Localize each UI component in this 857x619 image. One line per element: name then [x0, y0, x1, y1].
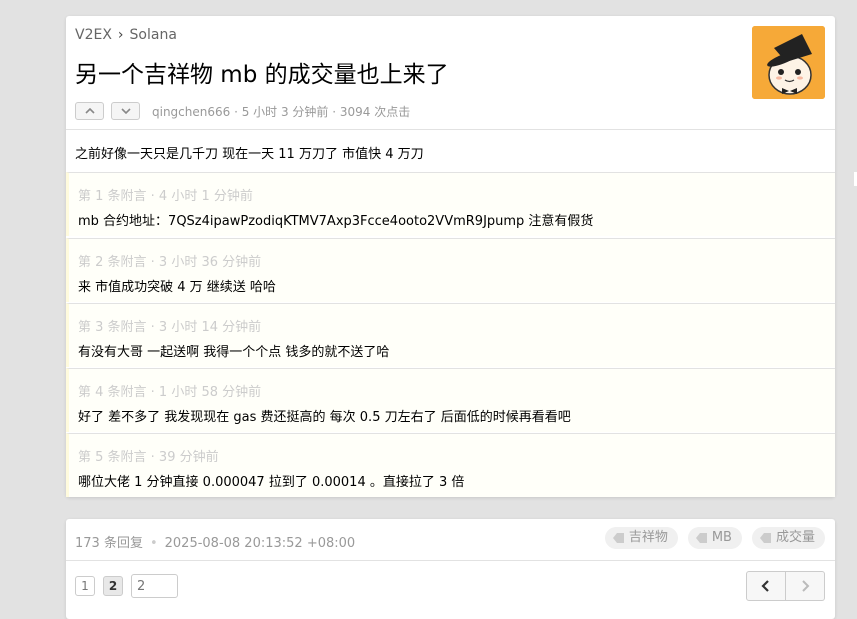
- appendix-header: 第 4 条附言 · 1 小时 58 分钟前: [78, 385, 262, 400]
- page-nav: [746, 571, 825, 601]
- pagination: 1 2: [75, 574, 178, 598]
- appendix-body: 好了 差不多了 我发现现在 gas 费还挺高的 每次 0.5 刀左右了 后面低的…: [78, 410, 571, 425]
- breadcrumb-separator: ›: [117, 27, 124, 43]
- replies-card: 173 条回复 • 2025-08-08 20:13:52 +08:00 吉祥物 M…: [66, 519, 835, 619]
- page-link[interactable]: 1: [75, 576, 95, 596]
- appendix-header: 第 1 条附言 · 4 小时 1 分钟前: [78, 189, 253, 204]
- prev-page-button[interactable]: [746, 571, 786, 601]
- appendix-body: mb 合约地址：7QSz4ipawPzodiqKTMV7Axp3Fcce4oot…: [78, 214, 594, 229]
- chevron-left-icon: [761, 580, 769, 592]
- appendix: 第 5 条附言 · 39 分钟前 哪位大佬 1 分钟直接 0.000047 拉到…: [66, 433, 835, 497]
- divider: [66, 560, 835, 561]
- author-avatar[interactable]: [752, 26, 825, 99]
- tag-icon: [695, 533, 707, 543]
- tag-link[interactable]: 成交量: [751, 527, 825, 549]
- appendix-body: 来 市值成功突破 4 万 继续送 哈哈: [78, 280, 276, 295]
- divider: [66, 129, 835, 130]
- tag-link[interactable]: MB: [687, 527, 742, 549]
- replies-summary: 173 条回复 • 2025-08-08 20:13:52 +08:00: [75, 532, 355, 551]
- page-jump-input[interactable]: [131, 574, 178, 598]
- page-current[interactable]: 2: [103, 576, 123, 596]
- next-page-button[interactable]: [786, 571, 825, 601]
- tag-label: 吉祥物: [628, 530, 668, 545]
- tag-icon: [759, 533, 771, 543]
- breadcrumb-home-link[interactable]: V2EX: [75, 27, 112, 43]
- topic-title: 另一个吉祥物 mb 的成交量也上来了: [75, 62, 449, 88]
- top-hat-mascot-icon: [752, 26, 825, 99]
- upvote-button[interactable]: [75, 102, 104, 120]
- topic-timestamp: 2025-08-08 20:13:52 +08:00: [164, 536, 356, 551]
- topic-content: 之前好像一天只是几千刀 现在一天 11 万刀了 市值快 4 万刀: [75, 147, 424, 162]
- appendix-header: 第 2 条附言 · 3 小时 36 分钟前: [78, 255, 262, 270]
- tag-list: 吉祥物 MB 成交量: [604, 527, 825, 549]
- tag-icon: [612, 533, 624, 543]
- appendix-header: 第 3 条附言 · 3 小时 14 分钟前: [78, 320, 262, 335]
- tag-link[interactable]: 吉祥物: [604, 527, 678, 549]
- appendix-body: 哪位大佬 1 分钟直接 0.000047 拉到了 0.00014 。直接拉了 3…: [78, 475, 465, 490]
- chevron-down-icon: [120, 108, 131, 114]
- reply-count: 173 条回复: [75, 536, 143, 551]
- chevron-right-icon: [802, 580, 810, 592]
- separator-dot: •: [149, 536, 158, 551]
- tag-label: 成交量: [775, 530, 815, 545]
- topic-card: V2EX › Solana 另一个吉祥物 mb 的成交量也上来了 qingchen6…: [66, 16, 835, 497]
- appendix: 第 2 条附言 · 3 小时 36 分钟前 来 市值成功突破 4 万 继续送 哈…: [66, 238, 835, 302]
- appendix: 第 4 条附言 · 1 小时 58 分钟前 好了 差不多了 我发现现在 gas …: [66, 368, 835, 432]
- tag-label: MB: [711, 530, 732, 545]
- appendix-body: 有没有大哥 一起送啊 我得一个个点 钱多的就不送了哈: [78, 345, 390, 360]
- vote-controls: [75, 102, 140, 120]
- appendix: 第 3 条附言 · 3 小时 14 分钟前 有没有大哥 一起送啊 我得一个个点 …: [66, 303, 835, 367]
- breadcrumb: V2EX › Solana: [75, 27, 177, 43]
- chevron-up-icon: [84, 108, 95, 114]
- appendix-header: 第 5 条附言 · 39 分钟前: [78, 450, 219, 465]
- downvote-button[interactable]: [111, 102, 140, 120]
- breadcrumb-node-link[interactable]: Solana: [130, 27, 177, 43]
- topic-meta: qingchen666 · 5 小时 3 分钟前 · 3094 次点击: [152, 105, 411, 119]
- appendix: 第 1 条附言 · 4 小时 1 分钟前 mb 合约地址：7QSz4ipawPz…: [66, 172, 835, 236]
